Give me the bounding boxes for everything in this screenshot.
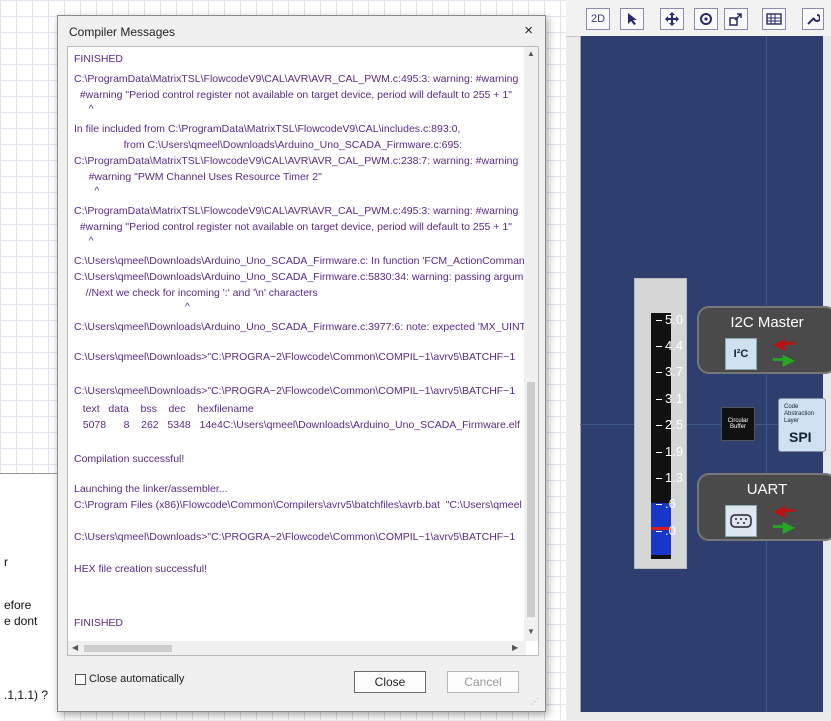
meter-tick-label: 1.9 [665, 444, 684, 459]
message-line: C:\Users\qmeel\Downloads\Arduino_Uno_SCA… [74, 321, 526, 333]
compiler-messages-dialog: Compiler Messages × FINISHED C:\ProgramDa… [57, 15, 546, 712]
message-line: C:\ProgramData\MatrixTSL\FlowcodeV9\CAL\… [74, 205, 519, 217]
close-icon[interactable]: × [524, 22, 533, 39]
message-line: text data bss dec hexfilename [74, 403, 254, 415]
message-line: Launching the linker/assembler... [74, 483, 228, 495]
close-automatically-checkbox[interactable] [75, 674, 86, 685]
meter-tick-label: 1.3 [665, 470, 684, 485]
pointer-icon[interactable] [620, 8, 644, 30]
message-line: #warning "Period control register not av… [74, 221, 512, 233]
meter-tick [656, 504, 662, 505]
message-line: C:\Users\qmeel\Downloads>"C:\PROGRA~2\Fl… [74, 531, 516, 543]
compiler-output[interactable]: FINISHED C:\ProgramData\MatrixTSL\Flowcod… [67, 46, 539, 656]
uart-component[interactable]: UART ◀━ ━▶ [697, 473, 831, 541]
message-line: Compilation successful! [74, 453, 185, 465]
message-line: C:\Users\qmeel\Downloads>"C:\PROGRA~2\Fl… [74, 351, 516, 363]
message-line: C:\ProgramData\MatrixTSL\FlowcodeV9\CAL\… [74, 155, 519, 167]
cancel-button[interactable]: Cancel [447, 671, 519, 693]
uart-title: UART [746, 481, 788, 498]
meter-tick [656, 531, 662, 532]
output-horizontal-scrollbar[interactable]: ◀ ▶ [68, 641, 526, 655]
spi-component[interactable]: Code Abstraction Layer SPI [778, 398, 826, 452]
message-line: ^ [74, 185, 100, 197]
meter-tick [656, 452, 662, 453]
message-line: In file included from C:\ProgramData\Mat… [74, 123, 461, 135]
grid-icon[interactable] [762, 8, 786, 30]
close-button[interactable]: Close [354, 671, 426, 693]
message-line: FINISHED [74, 617, 124, 629]
rotate-icon[interactable] [694, 8, 718, 30]
message-line: FINISHED [74, 53, 124, 65]
serial-port-icon [725, 505, 757, 537]
scroll-left-icon[interactable]: ◀ [72, 643, 78, 652]
scroll-right-icon[interactable]: ▶ [512, 643, 518, 652]
circular-buffer-component[interactable]: Circular Buffer [721, 407, 755, 441]
output-vertical-scrollbar-thumb[interactable] [527, 382, 535, 617]
meter-tick-label: 5.0 [665, 312, 684, 327]
message-line: C:\ProgramData\MatrixTSL\FlowcodeV9\CAL\… [74, 73, 519, 85]
message-line: C:\Users\qmeel\Downloads\Arduino_Uno_SCA… [74, 271, 530, 283]
arrow-right-icon: ━▶ [773, 519, 795, 536]
message-line: C:\Program Files (x86)\Flowcode\Common\C… [74, 499, 522, 511]
spi-caption: Code Abstraction Layer [784, 404, 815, 424]
meter-tick [656, 346, 662, 347]
spi-label: SPI [789, 429, 812, 445]
message-line: ^ [74, 301, 190, 313]
background-text: .1,1.1) ? [4, 688, 49, 702]
message-line: C:\Users\qmeel\Downloads>"C:\PROGRA~2\Fl… [74, 385, 516, 397]
scroll-down-icon[interactable]: ▼ [527, 627, 535, 636]
meter-tick [656, 478, 662, 479]
panel-toolbar: 2D [566, 0, 831, 37]
meter-tick-label: 3.1 [665, 391, 684, 406]
panel-canvas[interactable] [580, 36, 824, 712]
background-text: r [4, 555, 8, 569]
meter-tick-label: 3.7 [665, 364, 684, 379]
meter-tick-label: 2.5 [665, 417, 684, 432]
background-text: efore [4, 598, 32, 612]
i2c-master-title: I2C Master [730, 314, 804, 331]
meter-tick-label: .6 [665, 496, 676, 511]
message-line: #warning "Period control register not av… [74, 89, 512, 101]
meter-tick [656, 320, 662, 321]
output-horizontal-scrollbar-thumb[interactable] [84, 645, 172, 652]
message-line: #warning "PWM Channel Uses Resource Time… [74, 171, 322, 183]
background-text: e dont [4, 614, 38, 628]
i2c-master-component[interactable]: I2C Master I²C ◀━ ━▶ [697, 306, 831, 374]
meter-tick [656, 425, 662, 426]
meter-tick [656, 372, 662, 373]
meter-tick-label: .0 [665, 523, 676, 538]
wrench-icon[interactable] [802, 8, 824, 30]
close-automatically-label[interactable]: Close automatically [89, 673, 184, 685]
message-line: from C:\Users\qmeel\Downloads\Arduino_Un… [74, 139, 463, 151]
meter-tick-label: 4.4 [665, 338, 684, 353]
move-icon[interactable] [660, 8, 684, 30]
output-vertical-scrollbar[interactable]: ▲ ▼ [524, 47, 538, 641]
message-line: ^ [74, 103, 94, 115]
i2c-chip-icon: I²C [725, 338, 757, 370]
arrow-right-icon: ━▶ [773, 352, 795, 369]
text-panel [0, 473, 60, 721]
message-line: 5078 8 262 5348 14e4C:\Users\qmeel\Downl… [74, 419, 520, 431]
panel-scrollbar[interactable] [823, 36, 831, 712]
message-line: ^ [74, 235, 94, 247]
resize-grip-icon[interactable]: ⋰ [531, 697, 539, 706]
message-line: //Next we check for incoming ':' and '\n… [74, 287, 318, 299]
message-line: C:\Users\qmeel\Downloads\Arduino_Uno_SCA… [74, 255, 531, 267]
scroll-up-icon[interactable]: ▲ [527, 49, 535, 58]
view-2d-button[interactable]: 2D [586, 8, 610, 30]
axis-line-vertical [766, 36, 767, 712]
dialog-title: Compiler Messages [69, 25, 176, 39]
resize-icon[interactable] [724, 8, 748, 30]
circular-buffer-label: Circular Buffer [727, 418, 749, 430]
meter-tick [656, 399, 662, 400]
message-line: HEX file creation successful! [74, 563, 208, 575]
